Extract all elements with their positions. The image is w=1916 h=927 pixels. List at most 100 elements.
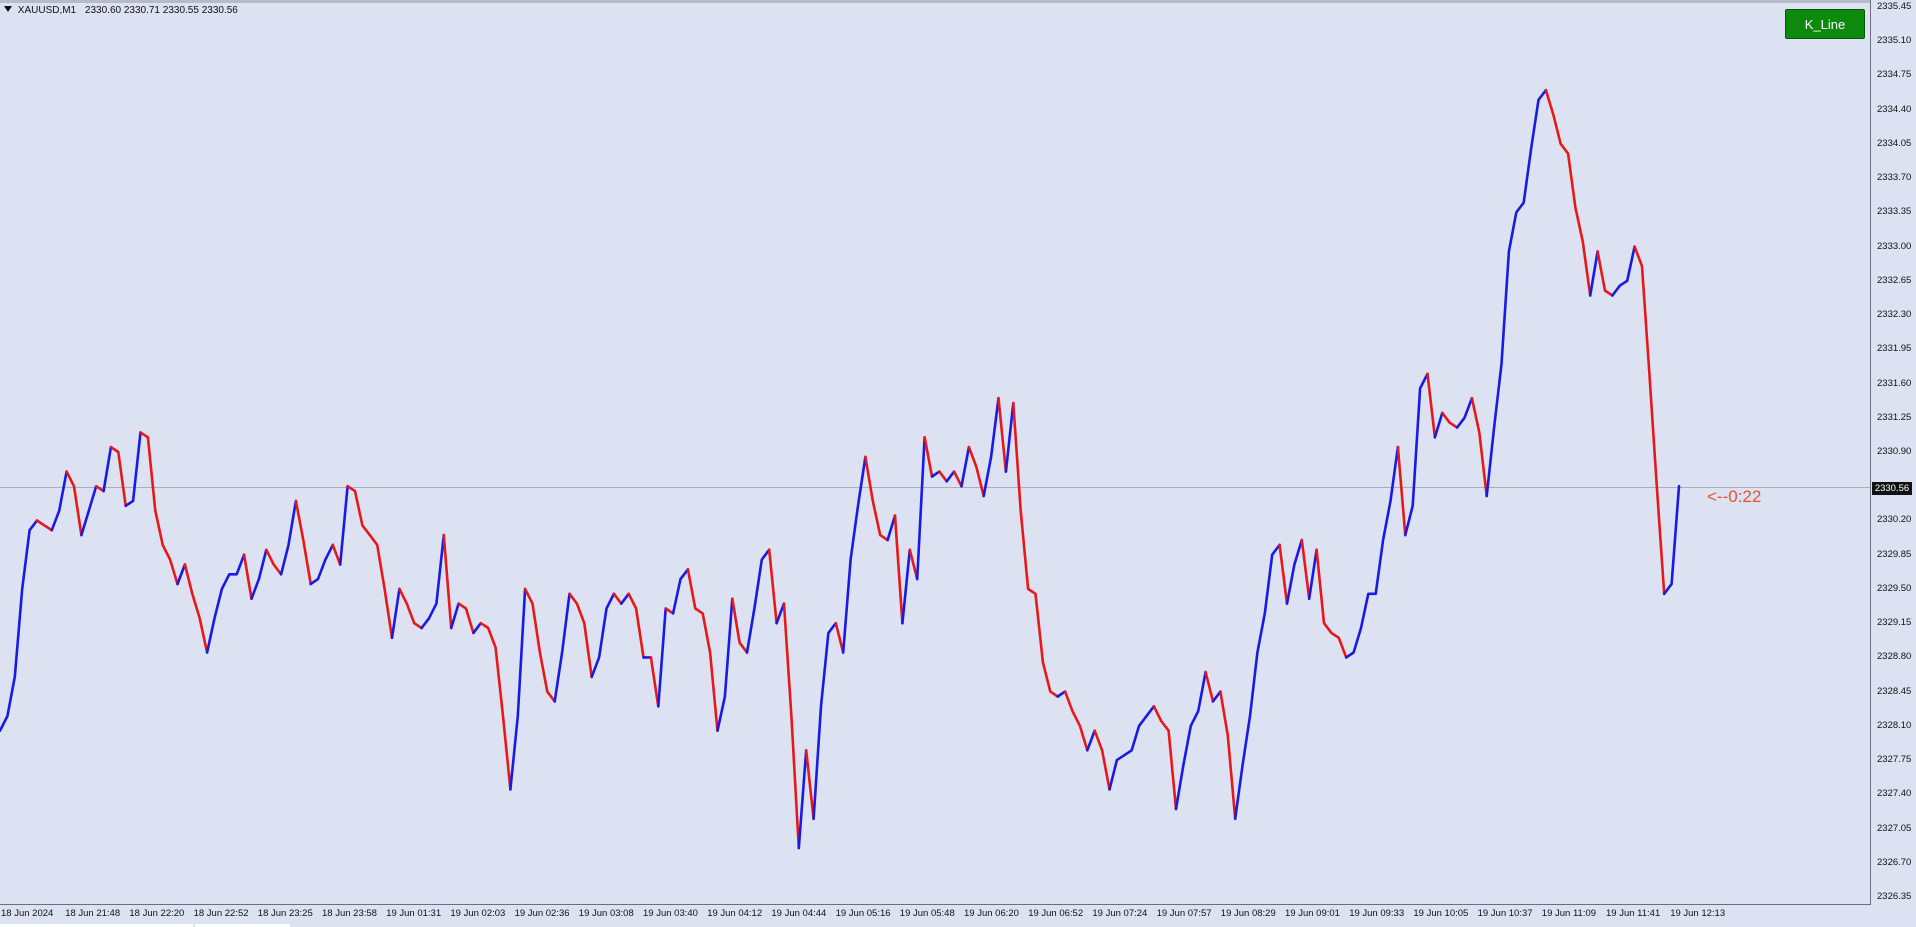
price-tick-label: 2328.10: [1877, 719, 1912, 731]
series-line-down: [612, 592, 623, 605]
collapse-triangle-icon[interactable]: [4, 6, 12, 12]
series-line-up: [124, 431, 142, 508]
series-line-down: [649, 656, 660, 708]
series-line-down: [183, 563, 209, 654]
series-line-down: [967, 445, 986, 498]
series-line-up: [50, 470, 68, 532]
series-line-up: [509, 587, 527, 791]
series-line-up: [1174, 670, 1207, 811]
series-line-down: [1441, 411, 1459, 429]
series-line-down: [1152, 704, 1178, 811]
time-tick-label: 18 Jun 2024: [1, 908, 54, 919]
k-line-button[interactable]: K_Line: [1785, 9, 1865, 39]
time-tick-label: 19 Jun 10:05: [1413, 908, 1469, 919]
series-line-down: [294, 499, 313, 586]
series-line-down: [627, 592, 645, 659]
series-line-down: [346, 484, 394, 640]
price-series: [0, 88, 1681, 850]
chart-window[interactable]: XAUUSD,M1 2330.60 2330.71 2330.55 2330.5…: [0, 0, 1916, 927]
series-line-up: [960, 445, 971, 488]
series-line-down: [864, 455, 889, 542]
series-line-down: [1063, 690, 1089, 752]
series-line-down: [264, 548, 283, 576]
series-line-up: [656, 607, 668, 708]
symbol-info: XAUUSD,M1 2330.60 2330.71 2330.55 2330.5…: [4, 5, 238, 16]
time-tick-label: 18 Jun 21:48: [65, 908, 121, 919]
price-tick-label: 2329.15: [1877, 617, 1912, 629]
time-tick-label: 19 Jun 04:44: [771, 908, 827, 919]
price-tick-label: 2333.70: [1877, 172, 1912, 184]
time-tick-label: 19 Jun 03:08: [578, 908, 634, 919]
series-line-down: [442, 533, 453, 630]
price-tick-label: 2328.45: [1877, 685, 1912, 697]
series-line-up: [915, 435, 926, 581]
bar-countdown: <--0:22: [1707, 487, 1762, 506]
time-tick-label: 19 Jun 07:24: [1092, 908, 1148, 919]
series-line-down: [479, 621, 512, 791]
series-line-down: [1204, 670, 1215, 703]
series-line-down: [1596, 250, 1614, 297]
series-line-up: [1344, 445, 1400, 659]
time-tick-label: 19 Jun 02:36: [514, 908, 570, 919]
series-line-up: [472, 621, 483, 635]
series-line-down: [908, 548, 919, 581]
series-line-down: [834, 621, 845, 654]
series-line-up: [279, 499, 298, 576]
series-line-down: [331, 543, 342, 566]
time-tick-label: 19 Jun 02:03: [450, 908, 506, 919]
series-line-down: [1093, 729, 1111, 791]
series-line-down: [1011, 401, 1059, 698]
series-line-up: [945, 470, 956, 483]
series-line-up: [1004, 401, 1015, 473]
series-line-up: [420, 533, 446, 630]
time-tick-label: 18 Jun 23:25: [257, 908, 313, 919]
series-line-down: [997, 396, 1008, 473]
price-tick-label: 2327.05: [1877, 822, 1912, 834]
price-tick-label: 2327.40: [1877, 788, 1912, 800]
price-tick-label: 2326.70: [1877, 856, 1912, 868]
series-line-down: [804, 748, 815, 821]
series-line-up: [1285, 538, 1304, 605]
series-line-down: [1396, 445, 1407, 537]
time-tick-label: 19 Jun 10:37: [1477, 908, 1533, 919]
symbol-name: XAUUSD,M1: [17, 5, 77, 16]
series-line-down: [139, 431, 179, 586]
price-tick-label: 2332.65: [1877, 274, 1912, 286]
series-line-down: [1544, 88, 1592, 297]
series-line-down: [923, 435, 934, 478]
series-line-up: [553, 592, 571, 703]
time-tick-label: 19 Jun 06:20: [964, 908, 1019, 919]
series-line-up: [250, 548, 268, 601]
time-tick-label: 19 Jun 05:48: [899, 908, 955, 919]
price-tick-label: 2333.00: [1877, 240, 1912, 252]
series-line-down: [65, 470, 83, 537]
price-tick-label: 2328.80: [1877, 651, 1912, 663]
price-tick-label: 2330.90: [1877, 446, 1912, 457]
time-tick-label: 19 Jun 06:52: [1028, 908, 1084, 919]
time-tick-label: 19 Jun 03:40: [643, 908, 698, 919]
series-line-up: [1455, 396, 1474, 429]
series-line-down: [730, 597, 749, 654]
series-line-down: [35, 519, 54, 532]
series-line-up: [205, 553, 246, 654]
price-tick-label: 2331.95: [1877, 343, 1912, 355]
price-tick-label: 2326.35: [1877, 891, 1912, 902]
series-line-up: [1108, 704, 1156, 791]
series-line-up: [338, 484, 349, 566]
series-line-up: [716, 597, 734, 733]
series-line-up: [449, 602, 460, 630]
series-line-up: [1485, 88, 1548, 498]
series-line-up: [1404, 372, 1429, 537]
price-tick-label: 2334.40: [1877, 103, 1912, 115]
time-tick-label: 19 Jun 11:41: [1606, 908, 1661, 919]
series-line-down: [1300, 538, 1311, 601]
series-line-down: [523, 587, 557, 703]
series-line-up: [745, 548, 771, 654]
price-tick-label: 2329.50: [1877, 582, 1912, 594]
series-line-up: [0, 519, 39, 733]
time-tick-label: 19 Jun 08:29: [1220, 908, 1276, 919]
price-tick-label: 2332.30: [1877, 309, 1912, 321]
price-line-chart[interactable]: [0, 0, 1916, 927]
series-line-up: [1662, 484, 1681, 596]
price-tick-label: 2335.45: [1877, 1, 1912, 12]
